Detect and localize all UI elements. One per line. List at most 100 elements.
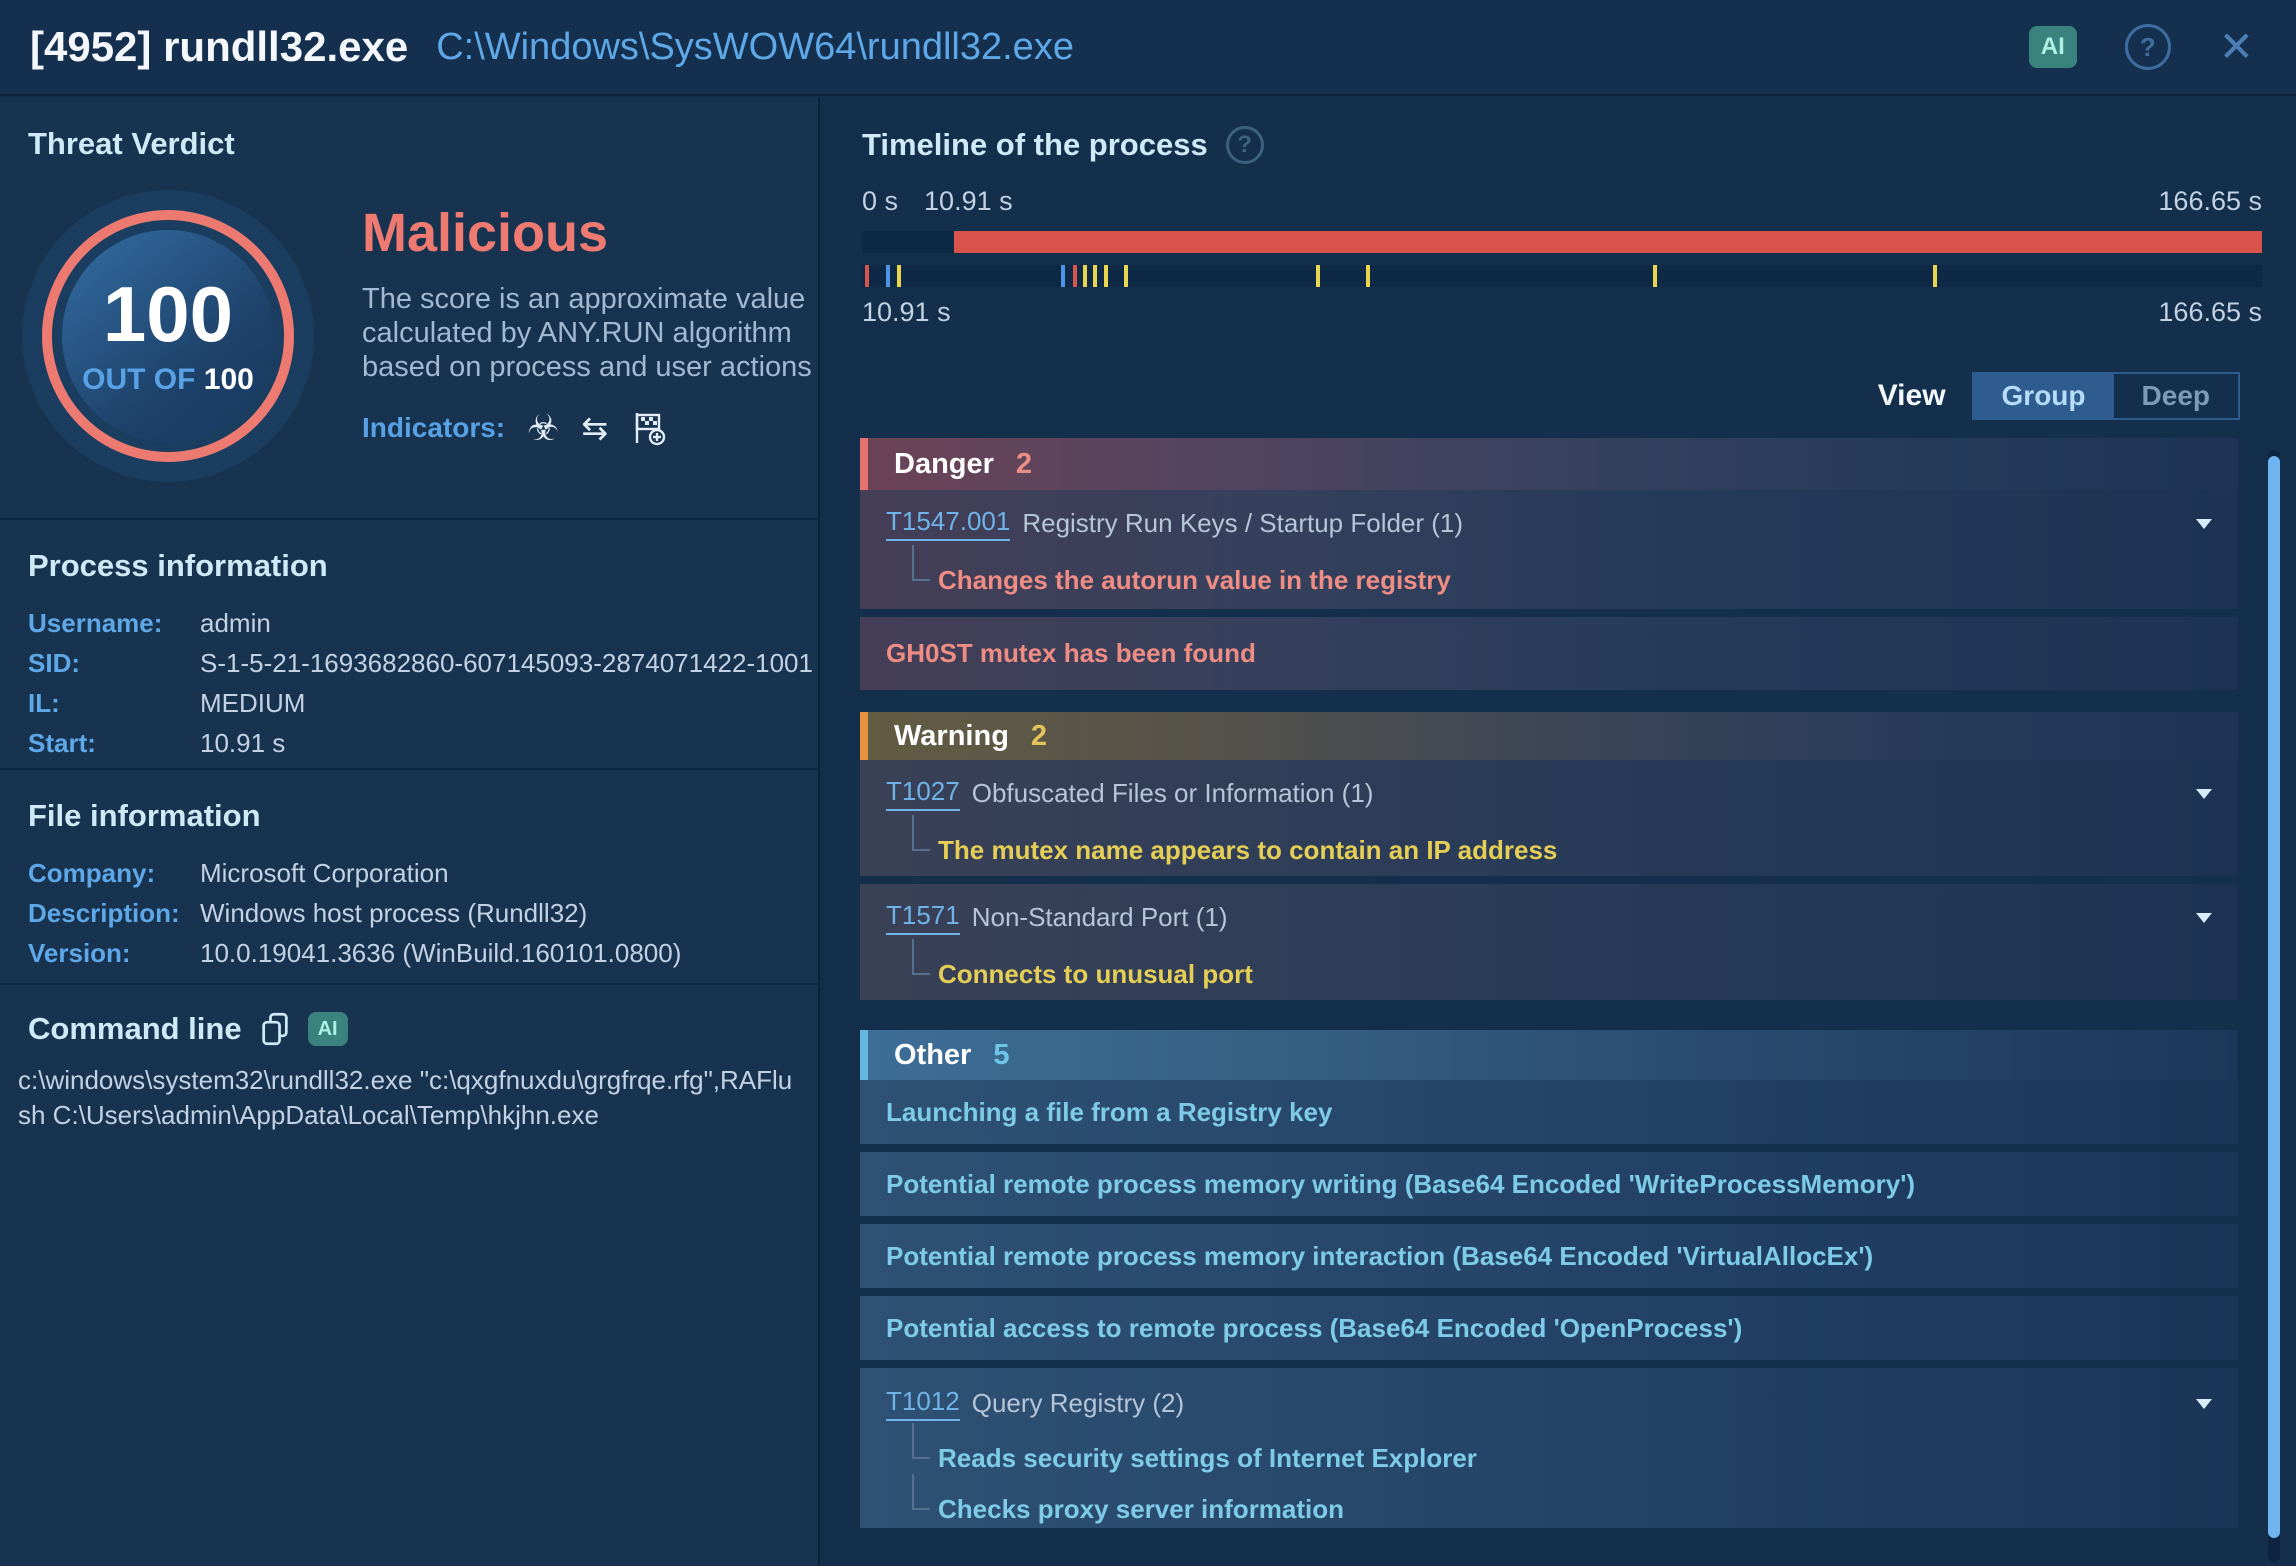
warning-technique-box[interactable]: T1571 Non-Standard Port (1) Connects to … xyxy=(860,884,2238,1000)
command-line-title: Command line xyxy=(28,1011,242,1047)
verdict-label: Malicious xyxy=(362,206,802,260)
timeline-tick xyxy=(886,265,890,287)
timeline-tick xyxy=(865,265,869,287)
danger-detection[interactable]: Changes the autorun value in the registr… xyxy=(860,565,2238,596)
row-label: IL: xyxy=(28,688,200,719)
file-information-table: Company: Microsoft Corporation Descripti… xyxy=(28,858,818,969)
timeline-tick xyxy=(1093,265,1097,287)
row-value: admin xyxy=(200,608,818,639)
technique-id-link[interactable]: T1571 xyxy=(886,900,960,935)
transfer-arrows-icon[interactable]: ⇆ xyxy=(581,412,608,444)
view-toggle-row: View Group Deep xyxy=(822,372,2240,420)
row-value: S-1-5-21-1693682860-607145093-2874071422… xyxy=(200,648,818,679)
timeline-ticks-bar[interactable] xyxy=(862,265,2262,287)
technique-label: Obfuscated Files or Information (1) xyxy=(972,778,1374,809)
indicators-row: Indicators: ☣ ⇆ xyxy=(362,410,802,446)
view-option-deep[interactable]: Deep xyxy=(2114,374,2238,418)
warning-group-count: 2 xyxy=(1031,720,1047,753)
row-label: SID: xyxy=(28,648,200,679)
other-detection[interactable]: Potential access to remote process (Base… xyxy=(860,1296,2238,1360)
technique-id-link[interactable]: T1012 xyxy=(886,1386,960,1421)
verdict-description: The score is an approximate value calcul… xyxy=(362,282,842,384)
right-panel: Timeline of the process ? 0 s 10.91 s 16… xyxy=(822,98,2296,1566)
timeline-tick xyxy=(1104,265,1108,287)
timeline-help-icon[interactable]: ? xyxy=(1226,126,1264,164)
timeline-end-label: 166.65 s xyxy=(2158,186,2262,217)
danger-detection[interactable]: GH0ST mutex has been found xyxy=(860,617,2238,690)
technique-id-link[interactable]: T1547.001 xyxy=(886,506,1010,541)
other-detection[interactable]: Launching a file from a Registry key xyxy=(860,1080,2238,1144)
other-detection[interactable]: Reads security settings of Internet Expl… xyxy=(860,1443,2238,1474)
other-group-count: 5 xyxy=(993,1039,1009,1072)
process-details-window: [4952] rundll32.exe C:\Windows\SysWOW64\… xyxy=(0,0,2296,1566)
score-out-of: OUT OF 100 xyxy=(82,363,254,397)
timeline-tick xyxy=(897,265,901,287)
technique-id-link[interactable]: T1027 xyxy=(886,776,960,811)
file-information-title: File information xyxy=(0,770,818,834)
detections-list: Danger 2 T1547.001 Registry Run Keys / S… xyxy=(860,438,2238,1528)
timeline-tick xyxy=(1366,265,1370,287)
row-value: 10.0.19041.3636 (WinBuild.160101.0800) xyxy=(200,938,818,969)
timeline-tick xyxy=(1083,265,1087,287)
row-label: Company: xyxy=(28,858,200,889)
chevron-down-icon[interactable] xyxy=(2196,519,2212,529)
left-panel: Threat Verdict 100 OUT OF 100 Malicious … xyxy=(0,98,820,1566)
warning-group-name: Warning xyxy=(894,720,1009,753)
timeline-tick xyxy=(1933,265,1937,287)
process-path-link[interactable]: C:\Windows\SysWOW64\rundll32.exe xyxy=(436,26,1074,69)
command-line-header: Command line AI xyxy=(0,985,818,1047)
copy-icon[interactable] xyxy=(260,1012,290,1046)
danger-group-name: Danger xyxy=(894,448,994,481)
process-information-table: Username: admin SID: S-1-5-21-1693682860… xyxy=(28,608,818,759)
technique-row: T1027 Obfuscated Files or Information (1… xyxy=(860,776,2238,811)
help-icon[interactable]: ? xyxy=(2125,24,2171,70)
other-detection[interactable]: Checks proxy server information xyxy=(860,1494,2238,1525)
other-technique-box[interactable]: T1012 Query Registry (2) Reads security … xyxy=(860,1368,2238,1528)
chevron-down-icon[interactable] xyxy=(2196,913,2212,923)
threat-verdict-title: Threat Verdict xyxy=(0,98,818,162)
warning-detection[interactable]: Connects to unusual port xyxy=(860,959,2238,990)
checkered-flag-plus-icon[interactable] xyxy=(630,410,666,446)
timeline-tick xyxy=(1124,265,1128,287)
warning-technique-box[interactable]: T1027 Obfuscated Files or Information (1… xyxy=(860,760,2238,876)
biohazard-icon[interactable]: ☣ xyxy=(527,410,559,446)
process-information-section: Process information Username: admin SID:… xyxy=(0,520,818,770)
timeline-title: Timeline of the process xyxy=(862,127,1208,163)
ai-command-line-button[interactable]: AI xyxy=(308,1012,348,1046)
chevron-down-icon[interactable] xyxy=(2196,789,2212,799)
scrollbar-thumb[interactable] xyxy=(2268,456,2280,1538)
threat-verdict-section: Threat Verdict 100 OUT OF 100 Malicious … xyxy=(0,98,818,520)
header-controls: AI ? ✕ xyxy=(2029,24,2254,70)
timeline-start-label: 10.91 s xyxy=(924,186,1013,217)
row-value: Microsoft Corporation xyxy=(200,858,818,889)
row-value: 10.91 s xyxy=(200,728,818,759)
file-information-section: File information Company: Microsoft Corp… xyxy=(0,770,818,985)
timeline-lifetime-bar[interactable] xyxy=(862,231,2262,253)
chevron-down-icon[interactable] xyxy=(2196,1399,2212,1409)
technique-row: T1571 Non-Standard Port (1) xyxy=(860,900,2238,935)
other-detection[interactable]: Potential remote process memory interact… xyxy=(860,1224,2238,1288)
scrollbar-track[interactable] xyxy=(2268,450,2280,1562)
other-detection[interactable]: Potential remote process memory writing … xyxy=(860,1152,2238,1216)
timeline-axis-top: 0 s 10.91 s 166.65 s xyxy=(862,186,2262,217)
view-label: View xyxy=(1878,379,1946,413)
warning-detection[interactable]: The mutex name appears to contain an IP … xyxy=(860,835,2238,866)
row-label: Version: xyxy=(28,938,200,969)
view-option-group[interactable]: Group xyxy=(1974,374,2114,418)
timeline-tick xyxy=(1073,265,1077,287)
score-ring: 100 OUT OF 100 xyxy=(42,210,294,462)
timeline-bottom-end-label: 166.65 s xyxy=(2158,297,2262,328)
danger-technique-box[interactable]: T1547.001 Registry Run Keys / Startup Fo… xyxy=(860,490,2238,609)
timeline-tick xyxy=(1653,265,1657,287)
timeline-tick xyxy=(1061,265,1065,287)
danger-group-count: 2 xyxy=(1016,448,1032,481)
technique-row: T1547.001 Registry Run Keys / Startup Fo… xyxy=(860,506,2238,541)
timeline-header: Timeline of the process ? xyxy=(862,126,2296,164)
score-value: 100 xyxy=(103,275,233,353)
score-gauge: 100 OUT OF 100 xyxy=(22,190,314,482)
process-title: [4952] rundll32.exe xyxy=(30,23,408,71)
close-icon[interactable]: ✕ xyxy=(2219,26,2254,68)
timeline-zero-label: 0 s xyxy=(862,186,898,217)
timeline-active-segment xyxy=(954,231,2262,253)
ai-summary-button[interactable]: AI xyxy=(2029,26,2077,68)
